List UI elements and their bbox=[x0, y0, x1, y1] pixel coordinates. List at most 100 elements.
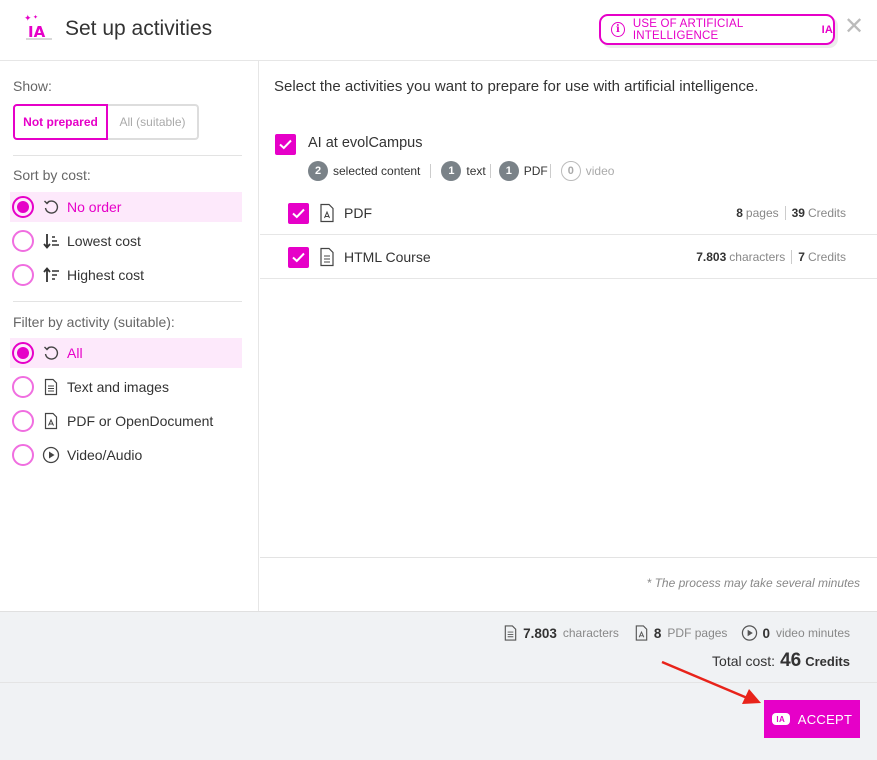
process-note: * The process may take several minutes bbox=[646, 576, 860, 590]
amount-unit: pages bbox=[745, 206, 779, 220]
radio-selected[interactable] bbox=[12, 196, 34, 218]
selected-count-badge: 2 bbox=[308, 161, 328, 181]
amount-value: 8 bbox=[736, 206, 743, 220]
play-circle-icon bbox=[742, 625, 758, 641]
play-circle-icon bbox=[42, 446, 60, 464]
activities-panel: Select the activities you want to prepar… bbox=[260, 61, 877, 611]
group-summary: 2 selected content 1 text 1 PDF 0 video bbox=[308, 161, 614, 181]
pdf-label: PDF bbox=[523, 164, 548, 178]
use-of-ai-label: USE OF ARTIFICIAL INTELLIGENCE bbox=[632, 17, 743, 42]
divider bbox=[260, 557, 877, 558]
ia-badge-icon: IA bbox=[771, 713, 790, 725]
group-checkbox[interactable] bbox=[275, 134, 296, 155]
video-minutes-label: video minutes bbox=[775, 626, 850, 640]
sort-ascending-icon bbox=[43, 234, 59, 249]
sort-option-label: Highest cost bbox=[67, 267, 145, 283]
check-icon bbox=[279, 139, 292, 150]
activity-checkbox[interactable] bbox=[288, 246, 309, 268]
activity-row[interactable]: HTML Course 7.803 characters 7 Credits bbox=[260, 236, 877, 279]
close-icon[interactable]: ✕ bbox=[844, 15, 864, 39]
show-label: Show: bbox=[13, 78, 52, 94]
radio-unselected[interactable] bbox=[12, 444, 34, 466]
text-label: text bbox=[466, 164, 486, 178]
total-cost-unit: Credits bbox=[805, 654, 850, 669]
reset-icon bbox=[44, 200, 59, 214]
divider bbox=[791, 250, 793, 264]
amount-unit: characters bbox=[729, 250, 786, 264]
document-icon bbox=[504, 625, 517, 641]
filter-option-label: All bbox=[67, 345, 83, 361]
activity-name: PDF bbox=[344, 205, 372, 221]
check-icon bbox=[292, 208, 305, 218]
filter-option-label: Video/Audio bbox=[67, 447, 143, 463]
activity-cost: 8 pages 39 Credits bbox=[736, 206, 846, 220]
selected-label: selected content bbox=[333, 164, 421, 178]
video-minutes-value: 0 bbox=[762, 625, 770, 641]
reset-icon bbox=[44, 346, 59, 360]
group-title: AI at evolCampus bbox=[308, 135, 423, 151]
intro-text: Select the activities you want to prepar… bbox=[274, 78, 759, 95]
filter-option-label: Text and images bbox=[67, 379, 169, 395]
show-all-suitable-button[interactable]: All (suitable) bbox=[108, 104, 199, 140]
dialog-header: ✦ ✦ IA Set up activities i USE OF ARTIFI… bbox=[0, 0, 877, 61]
pdf-pages-value: 8 bbox=[653, 625, 662, 641]
activity-row[interactable]: PDF 8 pages 39 Credits bbox=[260, 192, 877, 235]
use-of-ai-button[interactable]: i USE OF ARTIFICIAL INTELLIGENCE IA bbox=[599, 14, 835, 45]
divider bbox=[784, 206, 786, 220]
credits-value: 39 bbox=[791, 206, 805, 220]
pdf-file-icon bbox=[635, 625, 648, 641]
divider bbox=[549, 164, 551, 178]
ia-logo-icon: ✦ ✦ IA bbox=[24, 14, 52, 41]
accept-label: ACCEPT bbox=[797, 711, 853, 727]
filter-option-text-images[interactable]: Text and images bbox=[10, 372, 242, 402]
text-count-badge: 1 bbox=[441, 161, 462, 181]
info-icon: i bbox=[611, 22, 625, 37]
sort-option-lowest-cost[interactable]: Lowest cost bbox=[10, 226, 242, 256]
filters-sidebar: Show: Not prepared All (suitable) Sort b… bbox=[0, 61, 259, 611]
red-arrow-annotation bbox=[661, 660, 761, 704]
svg-text:✦: ✦ bbox=[33, 14, 38, 21]
filter-option-all[interactable]: All bbox=[10, 338, 242, 368]
accept-button[interactable]: IA ACCEPT bbox=[764, 700, 860, 738]
radio-unselected[interactable] bbox=[12, 376, 34, 398]
show-not-prepared-button[interactable]: Not prepared bbox=[13, 104, 108, 140]
document-icon bbox=[320, 247, 334, 267]
activity-cost: 7.803 characters 7 Credits bbox=[696, 250, 846, 264]
summary-line: 7.803 characters 8 PDF pages 0 video min… bbox=[502, 624, 850, 642]
radio-selected[interactable] bbox=[12, 342, 34, 364]
filter-label: Filter by activity (suitable): bbox=[13, 314, 175, 330]
filter-option-pdf[interactable]: PDF or OpenDocument bbox=[10, 406, 242, 436]
filter-option-label: PDF or OpenDocument bbox=[67, 413, 214, 429]
divider bbox=[430, 164, 432, 178]
total-cost-value: 46 bbox=[780, 650, 802, 671]
radio-unselected[interactable] bbox=[12, 410, 34, 432]
sort-option-highest-cost[interactable]: Highest cost bbox=[10, 260, 242, 290]
amount-value: 7.803 bbox=[696, 250, 727, 264]
radio-unselected[interactable] bbox=[12, 230, 34, 252]
sort-option-no-order[interactable]: No order bbox=[10, 192, 242, 222]
pdf-file-icon bbox=[44, 412, 58, 430]
video-count-badge: 0 bbox=[560, 161, 581, 181]
credits-label: Credits bbox=[807, 206, 846, 220]
divider bbox=[489, 164, 491, 178]
activity-checkbox[interactable] bbox=[288, 202, 309, 224]
dialog-title: Set up activities bbox=[65, 17, 213, 40]
video-label: video bbox=[585, 164, 615, 178]
credits-value: 7 bbox=[798, 250, 805, 264]
check-icon bbox=[292, 252, 305, 262]
document-icon bbox=[44, 378, 58, 396]
filter-option-video-audio[interactable]: Video/Audio bbox=[10, 440, 242, 470]
pdf-pages-label: PDF pages bbox=[667, 626, 728, 640]
pdf-count-badge: 1 bbox=[498, 161, 519, 181]
activity-name: HTML Course bbox=[344, 249, 431, 265]
show-toggle: Not prepared All (suitable) bbox=[13, 104, 199, 140]
sort-option-label: No order bbox=[67, 199, 122, 215]
characters-value: 7.803 bbox=[523, 625, 557, 641]
sort-option-label: Lowest cost bbox=[67, 233, 141, 249]
sort-label: Sort by cost: bbox=[13, 167, 91, 183]
credits-label: Credits bbox=[807, 250, 846, 264]
radio-unselected[interactable] bbox=[12, 264, 34, 286]
pdf-file-icon bbox=[320, 203, 334, 223]
sort-descending-icon bbox=[43, 267, 59, 282]
characters-label: characters bbox=[562, 626, 619, 640]
